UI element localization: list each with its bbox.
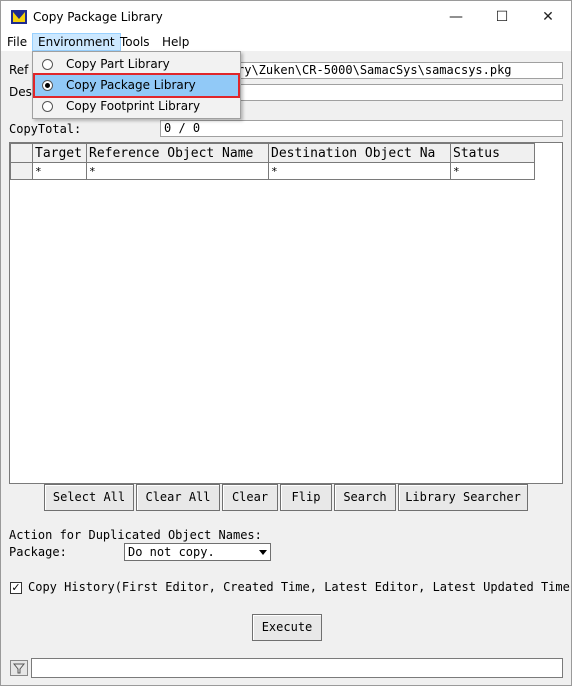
close-button[interactable]: ✕ — [525, 1, 571, 33]
package-action-select[interactable]: Do not copy. — [124, 543, 271, 561]
menu-help[interactable]: Help — [157, 33, 194, 51]
column-header-status[interactable]: Status — [450, 143, 535, 163]
flip-button[interactable]: Flip — [280, 484, 332, 511]
column-header-reference-name[interactable]: Reference Object Name — [86, 143, 269, 163]
chevron-down-icon — [259, 550, 267, 555]
maximize-button[interactable]: ☐ — [479, 1, 525, 33]
select-all-button[interactable]: Select All — [44, 484, 134, 511]
menu-environment[interactable]: Environment — [32, 33, 121, 51]
menu-tools[interactable]: Tools — [115, 33, 155, 51]
clear-all-button[interactable]: Clear All — [136, 484, 220, 511]
package-label: Package: — [9, 545, 67, 559]
minimize-icon: — — [449, 9, 463, 25]
search-button[interactable]: Search — [334, 484, 396, 511]
status-message-field — [31, 658, 563, 678]
environment-menu-popup: Copy Part Library Copy Package Library C… — [32, 51, 241, 119]
maximize-icon: ☐ — [495, 9, 509, 25]
table-row[interactable]: * * * * — [10, 162, 535, 180]
filter-icon[interactable] — [10, 660, 28, 676]
destination-label: Des — [9, 85, 32, 99]
destination-path-field[interactable] — [233, 84, 563, 101]
cell-destination-name[interactable]: * — [268, 162, 451, 180]
window-title: Copy Package Library — [33, 10, 163, 24]
menu-bar: File Environment Tools Help — [1, 33, 571, 51]
row-header — [10, 162, 33, 180]
table-header-row: Target Reference Object Name Destination… — [10, 143, 535, 163]
copy-total-value: 0 / 0 — [160, 120, 563, 137]
package-action-value: Do not copy. — [128, 545, 215, 559]
menu-item-copy-part-library[interactable]: Copy Part Library — [35, 54, 238, 75]
close-icon: ✕ — [542, 9, 554, 25]
cell-target[interactable]: * — [32, 162, 87, 180]
execute-button[interactable]: Execute — [252, 614, 322, 641]
menu-item-copy-package-library[interactable]: Copy Package Library — [33, 73, 240, 98]
object-table[interactable]: Target Reference Object Name Destination… — [9, 142, 563, 484]
clear-button[interactable]: Clear — [222, 484, 278, 511]
minimize-button[interactable]: — — [433, 1, 479, 33]
menu-item-label: Copy Part Library — [66, 57, 170, 71]
title-bar: Copy Package Library — ☐ ✕ — [1, 1, 571, 33]
radio-icon — [42, 59, 53, 70]
radio-icon — [42, 101, 53, 112]
app-icon — [11, 10, 27, 24]
menu-item-copy-footprint-library[interactable]: Copy Footprint Library — [35, 96, 238, 117]
reference-path-field[interactable]: ry\Zuken\CR-5000\SamacSys\samacsys.pkg — [233, 62, 563, 79]
menu-item-label: Copy Package Library — [66, 78, 196, 92]
column-header-target[interactable]: Target — [32, 143, 87, 163]
radio-selected-icon — [42, 80, 53, 91]
object-grid: Target Reference Object Name Destination… — [10, 143, 535, 180]
menu-item-label: Copy Footprint Library — [66, 99, 201, 113]
main-window: Copy Package Library — ☐ ✕ File Environm… — [0, 0, 572, 686]
cell-status[interactable]: * — [450, 162, 535, 180]
copy-total-label: CopyTotal: — [9, 122, 82, 136]
reference-label: Ref — [9, 63, 29, 77]
column-header-destination-name[interactable]: Destination Object Na — [268, 143, 451, 163]
copy-history-label: Copy History(First Editor, Created Time,… — [28, 580, 572, 594]
duplicated-names-heading: Action for Duplicated Object Names: — [9, 528, 262, 542]
copy-history-checkbox[interactable]: ✓ — [10, 582, 22, 594]
cell-reference-name[interactable]: * — [86, 162, 269, 180]
library-searcher-button[interactable]: Library Searcher — [398, 484, 528, 511]
table-corner — [10, 143, 33, 163]
menu-file[interactable]: File — [2, 33, 32, 51]
